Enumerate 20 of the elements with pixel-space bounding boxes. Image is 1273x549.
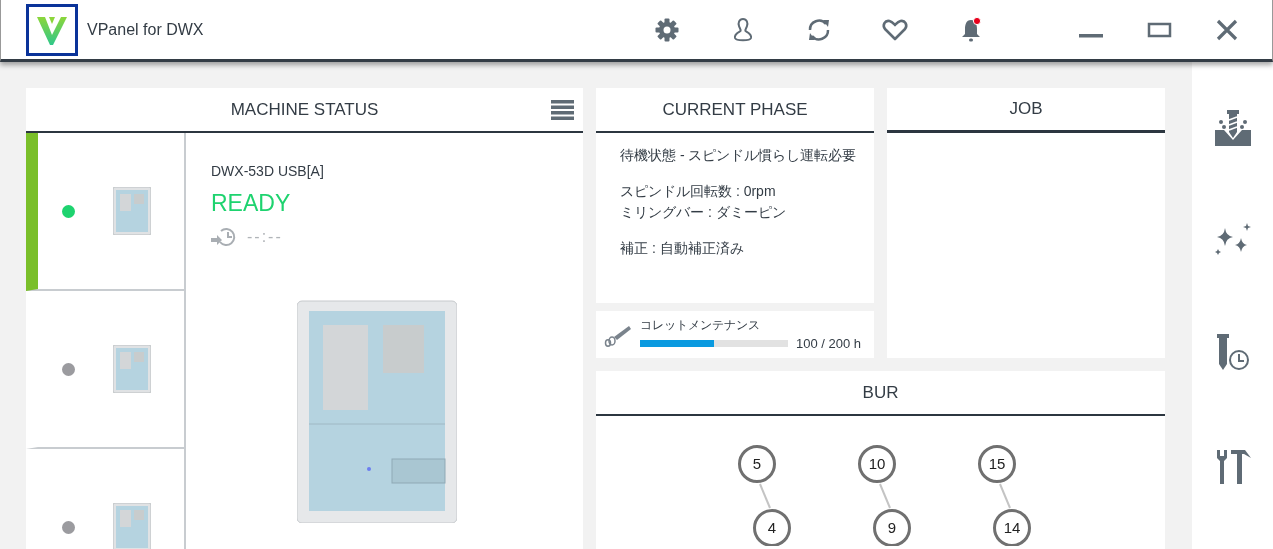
machine-name: DWX-53D USB[A]	[211, 162, 324, 181]
phase-info-text: 補正 : 自動補正済み	[620, 238, 744, 258]
bur-slot[interactable]: 10	[858, 445, 896, 483]
panel-title: MACHINE STATUS	[230, 98, 379, 121]
bur-slot[interactable]: 4	[753, 509, 791, 546]
phase-info-text: 待機状態 - スピンドル慣らし運転必要	[620, 146, 857, 165]
bur-slot[interactable]: 9	[873, 509, 911, 546]
maintenance-label: コレットメンテナンス	[640, 316, 760, 334]
panel-title: BUR	[862, 381, 899, 404]
phase-info-text: ミリングバー : ダミーピン	[620, 202, 786, 222]
remaining-time: --:--	[247, 226, 283, 247]
panel-title: CURRENT PHASE	[662, 98, 808, 121]
bur-slot[interactable]: 5	[738, 445, 776, 483]
bur-slot[interactable]: 14	[993, 509, 1031, 546]
app-title: VPanel for DWX	[87, 19, 204, 40]
panel-title: JOB	[1009, 98, 1043, 121]
machine-status-text: READY	[211, 189, 291, 218]
phase-info-text: スピンドル回転数 : 0rpm	[620, 182, 776, 202]
maintenance-hours: 100 / 200 h	[796, 334, 862, 353]
bur-slot[interactable]: 15	[978, 445, 1016, 483]
